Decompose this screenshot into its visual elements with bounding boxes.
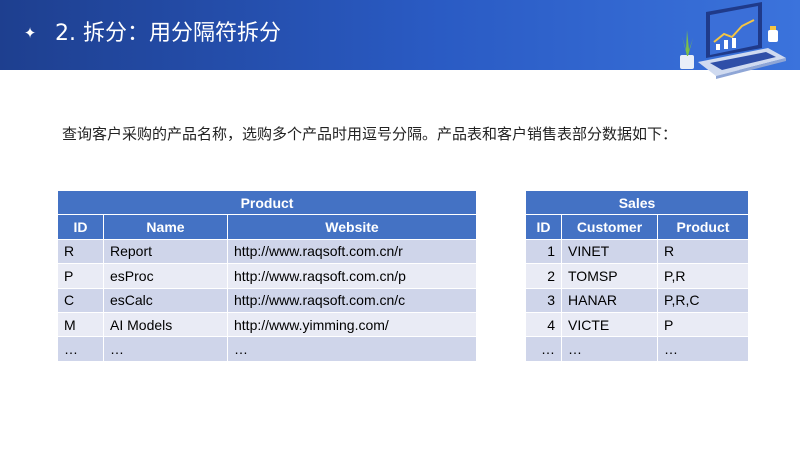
product-website-cell: … [226, 336, 478, 362]
sales-table: Sales ID Customer Product 1 VINET R 2 TO… [525, 189, 749, 362]
product-id-cell: C [57, 287, 104, 313]
sales-product-cell: P,R [657, 263, 749, 289]
table-row: … … … [57, 336, 478, 362]
product-col-name: Name [103, 214, 228, 240]
table-row: R Report http://www.raqsoft.com.cn/r [57, 238, 478, 265]
product-id-cell: P [57, 263, 104, 289]
sales-customer-cell: TOMSP [561, 263, 658, 289]
sales-id-cell: 4 [525, 311, 562, 338]
product-name-cell: … [103, 336, 228, 362]
table-row: M AI Models http://www.yimming.com/ [57, 311, 478, 338]
product-website-cell: http://www.raqsoft.com.cn/r [226, 238, 478, 265]
table-row: P esProc http://www.raqsoft.com.cn/p [57, 263, 478, 289]
four-pointed-star-icon: ✦ [23, 24, 37, 42]
table-row: 1 VINET R [525, 238, 749, 265]
laptop-chart-icon [680, 2, 786, 79]
product-id-cell: R [57, 238, 104, 265]
product-website-cell: http://www.raqsoft.com.cn/c [226, 287, 478, 313]
sales-product-cell: P [657, 311, 749, 338]
sales-product-cell: … [657, 336, 749, 362]
product-table-caption: Product [56, 189, 478, 216]
sales-id-cell: 2 [525, 263, 562, 289]
product-table: Product ID Name Website R Report http://… [56, 189, 478, 362]
intro-text: 查询客户采购的产品名称，选购多个产品时用逗号分隔。产品表和客户销售表部分数据如下… [62, 125, 678, 143]
sales-customer-cell: HANAR [561, 287, 658, 313]
product-name-cell: esProc [103, 263, 228, 289]
product-name-cell: AI Models [103, 311, 228, 338]
sales-customer-cell: VICTE [561, 311, 658, 338]
table-row: C esCalc http://www.raqsoft.com.cn/c [57, 287, 478, 313]
table-row: 3 HANAR P,R,C [525, 287, 749, 313]
sales-product-cell: P,R,C [657, 287, 749, 313]
table-row: … … … [525, 336, 749, 362]
table-row: 2 TOMSP P,R [525, 263, 749, 289]
product-col-id: ID [57, 214, 104, 240]
sales-customer-cell: VINET [561, 238, 658, 265]
sales-customer-cell: … [561, 336, 658, 362]
product-website-cell: http://www.yimming.com/ [226, 311, 478, 338]
sales-id-cell: 1 [525, 238, 562, 265]
slide-header: ✦ 2. 拆分：用分隔符拆分 [0, 0, 800, 79]
sales-product-cell: R [657, 238, 749, 265]
sales-id-cell: 3 [525, 287, 562, 313]
product-name-cell: Report [103, 238, 228, 265]
product-col-website: Website [226, 214, 478, 240]
sales-col-id: ID [525, 214, 562, 240]
table-row: 4 VICTE P [525, 311, 749, 338]
slide-title: 2. 拆分：用分隔符拆分 [55, 21, 281, 46]
product-name-cell: esCalc [103, 287, 228, 313]
product-website-cell: http://www.raqsoft.com.cn/p [226, 263, 478, 289]
sales-col-customer: Customer [561, 214, 658, 240]
sales-table-caption: Sales [525, 189, 749, 216]
product-id-cell: … [57, 336, 104, 362]
sales-id-cell: … [525, 336, 562, 362]
product-id-cell: M [57, 311, 104, 338]
sales-col-product: Product [657, 214, 749, 240]
